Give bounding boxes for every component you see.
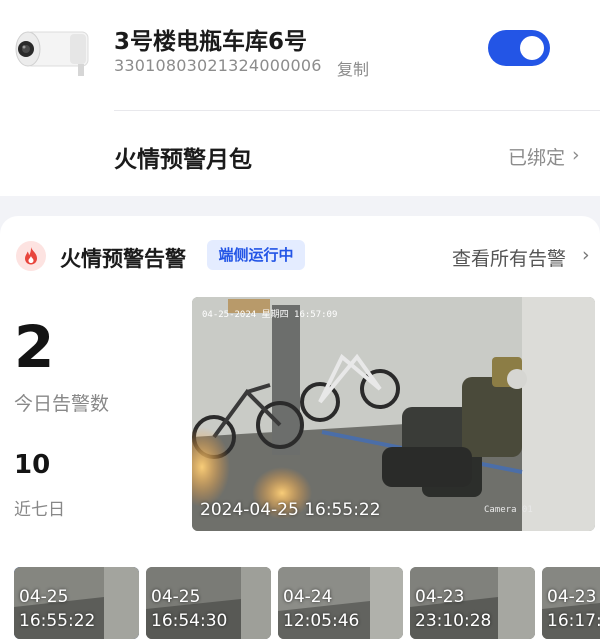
thumbnail-time: 23:10:28 (415, 611, 492, 631)
week-alarm-count: 10 (14, 450, 51, 480)
alarm-thumbnail[interactable]: 04-25 16:55:22 (14, 567, 139, 639)
device-detail-page: 3号楼电瓶车库6号 33010803021324000006 复制 火情预警月包… (0, 0, 600, 643)
thumbnail-time: 16:54:30 (151, 611, 228, 631)
toggle-knob (520, 36, 544, 60)
device-card: 3号楼电瓶车库6号 33010803021324000006 复制 火情预警月包… (0, 0, 600, 196)
view-all-alarms-link[interactable]: 查看所有告警 (452, 244, 566, 271)
week-alarm-label: 近七日 (14, 500, 65, 520)
alarm-section-title: 火情预警告警 (60, 247, 186, 271)
snapshot-osd-date: 04-25-2024 星期四 16:57:09 (202, 310, 338, 320)
alarm-snapshot[interactable]: 04-25-2024 星期四 16:57:09 2024-04-25 16:55… (192, 297, 595, 531)
thumbnail-time: 12:05:46 (283, 611, 360, 631)
snapshot-timestamp: 2024-04-25 16:55:22 (200, 500, 381, 520)
alarm-thumbnail[interactable]: 04-25 16:54:30 (146, 567, 271, 639)
camera-icon (15, 31, 89, 76)
status-badge: 端侧运行中 (207, 240, 305, 270)
thumbnail-date: 04-24 (283, 587, 333, 607)
alarm-thumbnail[interactable]: 04-23 16:17:3 (542, 567, 600, 639)
chevron-right-icon[interactable]: › (572, 144, 580, 166)
fire-icon (16, 241, 46, 271)
alarm-thumbnail[interactable]: 04-23 23:10:28 (410, 567, 535, 639)
thumbnail-time: 16:55:22 (19, 611, 96, 631)
plan-title[interactable]: 火情预警月包 (114, 140, 252, 174)
thumbnail-date: 04-23 (547, 587, 597, 607)
divider (114, 110, 600, 111)
snapshot-image (192, 297, 595, 531)
device-serial: 33010803021324000006 (114, 56, 322, 75)
plan-status[interactable]: 已绑定 (508, 143, 565, 170)
thumbnail-date: 04-25 (19, 587, 69, 607)
today-alarm-count: 2 (14, 313, 55, 381)
device-enable-toggle[interactable] (488, 30, 550, 66)
thumbnail-time: 16:17:3 (547, 611, 600, 631)
chevron-right-icon[interactable]: › (582, 244, 590, 266)
alarm-thumbnail[interactable]: 04-24 12:05:46 (278, 567, 403, 639)
snapshot-camera-label: Camera 01 (484, 505, 533, 515)
today-alarm-label: 今日告警数 (14, 393, 110, 415)
copy-button[interactable]: 复制 (337, 56, 369, 80)
device-name: 3号楼电瓶车库6号 (114, 29, 308, 55)
thumbnail-date: 04-23 (415, 587, 465, 607)
thumbnail-date: 04-25 (151, 587, 201, 607)
